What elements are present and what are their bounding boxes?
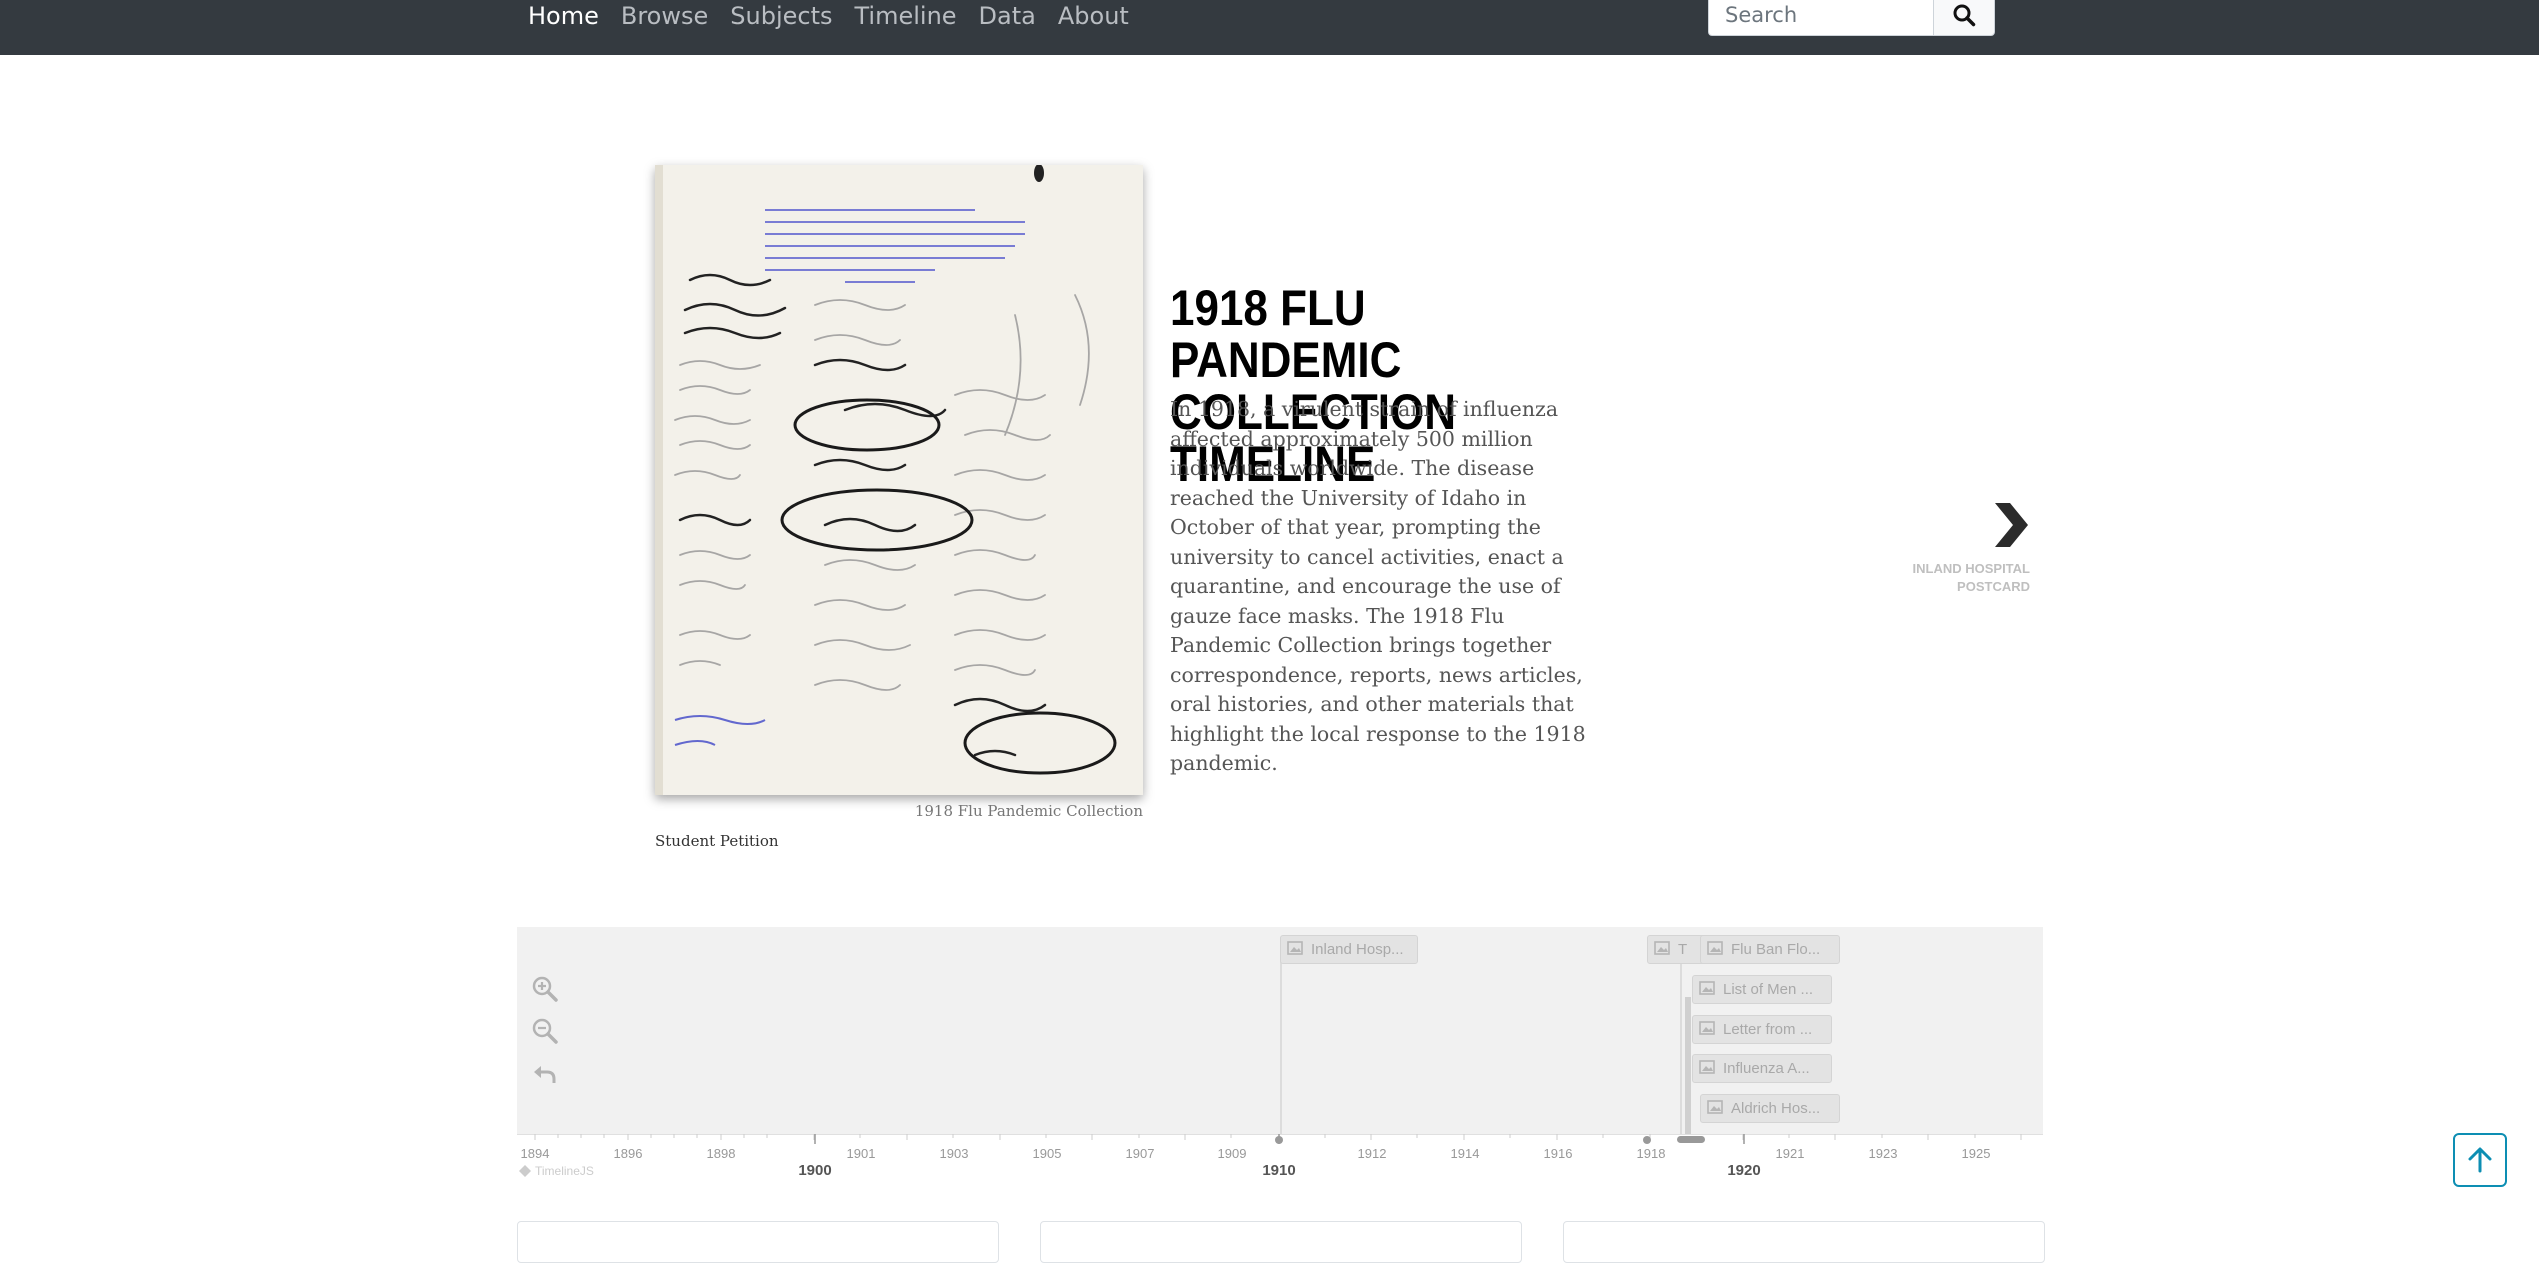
undo-icon: [534, 1066, 556, 1083]
document-photo-icon: [655, 165, 1143, 795]
search-input[interactable]: [1708, 0, 1933, 36]
tick-label: 1912: [1357, 1146, 1387, 1161]
search-button[interactable]: [1933, 0, 1995, 36]
tick-label: 1907: [1125, 1146, 1155, 1161]
zoom-out-button[interactable]: [531, 1017, 559, 1045]
tick-label: 1898: [706, 1146, 736, 1161]
search-form: [1708, 0, 1995, 36]
marker-line: [1680, 956, 1682, 1134]
timeline-marker-flu-ban[interactable]: Flu Ban Flo...: [1700, 935, 1840, 964]
collection-card[interactable]: [1040, 1221, 1522, 1263]
axis-ticks: [517, 1134, 2043, 1144]
slide-description: In 1918, a virulent strain of influenza …: [1170, 397, 1586, 775]
tick-label: 1918: [1636, 1146, 1666, 1161]
tick-label: 1916: [1543, 1146, 1573, 1161]
nav-subjects[interactable]: Subjects: [730, 0, 832, 32]
image-icon: [1699, 980, 1715, 999]
nav-links: Home Browse Subjects Timeline Data About: [528, 0, 1129, 32]
next-slide-button[interactable]: INLAND HOSPITAL POSTCARD: [1880, 500, 2030, 596]
back-to-start-button[interactable]: [531, 1060, 559, 1088]
nav-about[interactable]: About: [1058, 0, 1129, 32]
tick-label: 1896: [613, 1146, 643, 1161]
slide-media-image: [655, 165, 1143, 795]
navbar: Home Browse Subjects Timeline Data About: [0, 0, 2539, 55]
timeline-nav: Inland Hosp... T Flu Ban Flo... List of …: [517, 927, 2043, 1134]
tick-label: 1901: [846, 1146, 876, 1161]
zoom-in-button[interactable]: [531, 975, 559, 1003]
major-tick-label: 1920: [1727, 1162, 1761, 1179]
image-credit: 1918 Flu Pandemic Collection: [914, 802, 1143, 820]
timelinejs-logo-icon: [519, 1165, 531, 1177]
next-slide-title: INLAND HOSPITAL POSTCARD: [1912, 561, 2030, 594]
marker-line: [1685, 997, 1691, 1134]
chevron-right-icon: [1995, 503, 2028, 547]
collection-card[interactable]: [517, 1221, 999, 1263]
tick-label: 1923: [1868, 1146, 1898, 1161]
zoom-out-icon: [532, 1018, 558, 1044]
back-to-top-button[interactable]: [2453, 1133, 2507, 1187]
timeline-axis: 1894 1896 1898 1901 1903 1905 1907 1909 …: [517, 1134, 2043, 1179]
tick-label: 1903: [939, 1146, 969, 1161]
tick-label: 1894: [520, 1146, 550, 1161]
timeline-marker-aldrich-hospital[interactable]: Aldrich Hos...: [1700, 1094, 1840, 1123]
image-icon: [1699, 1020, 1715, 1039]
marker-line: [1280, 956, 1282, 1134]
major-tick-label: 1900: [798, 1162, 832, 1179]
nav-data[interactable]: Data: [979, 0, 1036, 32]
image-icon: [1699, 1059, 1715, 1078]
tick-label: 1909: [1217, 1146, 1247, 1161]
image-caption: Student Petition: [655, 832, 779, 850]
timeline-marker-list-of-men[interactable]: List of Men ...: [1692, 975, 1832, 1004]
timelinejs-credit[interactable]: TimelineJS: [519, 1164, 594, 1178]
arrow-up-icon: [2468, 1147, 2492, 1173]
tick-label: 1905: [1032, 1146, 1062, 1161]
nav-timeline[interactable]: Timeline: [855, 0, 957, 32]
nav-home[interactable]: Home: [528, 0, 599, 32]
timeline-marker-t[interactable]: T: [1647, 935, 1707, 964]
tick-label: 1921: [1775, 1146, 1805, 1161]
major-tick-label: 1910: [1262, 1162, 1296, 1179]
image-icon: [1707, 1099, 1723, 1118]
zoom-in-icon: [532, 976, 558, 1002]
image-icon: [1287, 940, 1303, 959]
collection-card[interactable]: [1563, 1221, 2045, 1263]
timeline-marker-inland-hospital[interactable]: Inland Hosp...: [1280, 935, 1418, 964]
image-icon: [1654, 940, 1670, 959]
timeline-marker-letter-from[interactable]: Letter from ...: [1692, 1015, 1832, 1044]
image-icon: [1707, 940, 1723, 959]
search-icon: [1953, 4, 1976, 27]
timeline-marker-influenza[interactable]: Influenza A...: [1692, 1054, 1832, 1083]
nav-browse[interactable]: Browse: [621, 0, 708, 32]
tick-label: 1925: [1961, 1146, 1991, 1161]
tick-label: 1914: [1450, 1146, 1480, 1161]
